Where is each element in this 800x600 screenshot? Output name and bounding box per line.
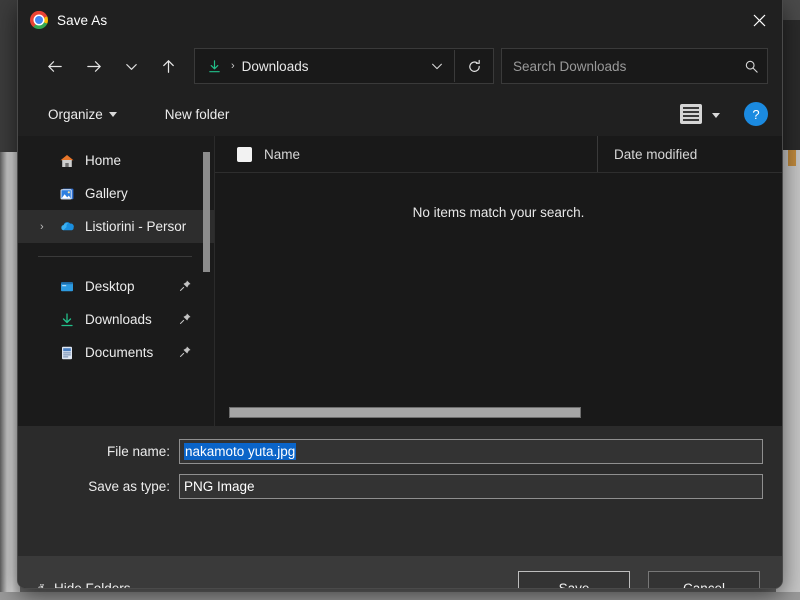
onedrive-icon	[58, 218, 76, 236]
sidebar-item-label: Listiorini - Persor	[85, 219, 186, 234]
recent-locations-button[interactable]	[114, 50, 148, 82]
new-folder-button[interactable]: New folder	[157, 102, 238, 127]
file-name-chevron-down-icon[interactable]: ⱟ	[752, 446, 762, 458]
back-button[interactable]	[34, 50, 74, 82]
sidebar-item-label: Desktop	[85, 279, 135, 294]
background-window-bottom	[0, 592, 800, 600]
command-bar-right: ?	[680, 102, 768, 126]
dialog-footer: ⱏ Hide Folders Save Cancel	[18, 556, 782, 588]
navigation-bar: › Downloads Search Downloads	[18, 40, 782, 92]
organize-label: Organize	[48, 107, 103, 122]
background-window-accent	[788, 150, 796, 166]
forward-button[interactable]	[74, 50, 114, 82]
expander-chevron-right-icon[interactable]: ›	[40, 221, 44, 233]
sidebar-item-documents[interactable]: Documents	[18, 336, 214, 369]
select-all-checkbox[interactable]	[237, 147, 252, 162]
sidebar-item-gallery[interactable]: Gallery	[18, 177, 214, 210]
breadcrumb-separator: ›	[223, 60, 242, 72]
documents-icon	[58, 344, 76, 362]
window-title: Save As	[57, 13, 107, 28]
breadcrumb-downloads[interactable]: Downloads	[242, 59, 420, 74]
column-header-date-modified[interactable]: ⱟ Date modified	[597, 136, 782, 172]
pin-icon[interactable]	[179, 312, 192, 328]
search-box[interactable]: Search Downloads	[501, 48, 768, 84]
hide-folders-button[interactable]: ⱏ Hide Folders	[38, 581, 131, 589]
address-bar[interactable]: › Downloads	[194, 48, 494, 84]
address-dropdown-chevron-down-icon[interactable]	[420, 50, 454, 82]
dialog-body: Home Gallery › Listiorini - Persor Deskt…	[18, 136, 782, 426]
sidebar-item-downloads[interactable]: Downloads	[18, 303, 214, 336]
sidebar-item-label: Documents	[85, 345, 153, 360]
navigation-sidebar: Home Gallery › Listiorini - Persor Deskt…	[18, 136, 215, 426]
gallery-icon	[58, 185, 76, 203]
save-as-type-row: Save as type: PNG Image ⱟ	[18, 473, 782, 500]
sidebar-item-label: Downloads	[85, 312, 152, 327]
downloads-folder-icon	[205, 57, 223, 75]
sidebar-vertical-scrollbar[interactable]	[203, 152, 210, 272]
sidebar-item-onedrive[interactable]: › Listiorini - Persor	[18, 210, 214, 243]
chevron-up-icon: ⱏ	[38, 581, 44, 589]
home-icon	[58, 152, 76, 170]
footer-buttons: Save Cancel	[518, 571, 760, 588]
save-as-type-value[interactable]: PNG Image	[184, 479, 255, 494]
downloads-icon	[58, 311, 76, 329]
title-bar[interactable]: Save As	[18, 0, 782, 40]
view-options-chevron-down-icon[interactable]	[706, 105, 730, 123]
title-bar-left: Save As	[18, 11, 107, 29]
column-header-name[interactable]: Name	[215, 136, 597, 172]
file-name-input[interactable]: nakamoto yuta.jpg ⱟ	[179, 439, 763, 464]
save-as-type-label: Save as type:	[18, 479, 179, 494]
background-window-left-top	[0, 0, 20, 152]
save-form: File name: nakamoto yuta.jpg ⱟ Save as t…	[18, 426, 782, 556]
new-folder-label: New folder	[165, 107, 230, 122]
command-bar: Organize New folder ?	[18, 92, 782, 136]
save-button[interactable]: Save	[518, 571, 630, 588]
search-input[interactable]: Search Downloads	[513, 59, 744, 74]
sidebar-item-desktop[interactable]: Desktop	[18, 270, 214, 303]
file-list-pane: Name ⱟ Date modified No items match your…	[215, 136, 782, 426]
column-header-name-label: Name	[264, 147, 300, 162]
list-view-icon[interactable]	[680, 104, 702, 124]
save-as-dialog: Save As › Downloads Search Downloads Org…	[18, 0, 782, 588]
help-button[interactable]: ?	[744, 102, 768, 126]
sidebar-item-home[interactable]: Home	[18, 144, 214, 177]
organize-button[interactable]: Organize	[40, 102, 125, 127]
pin-icon[interactable]	[179, 279, 192, 295]
sidebar-item-label: Home	[85, 153, 121, 168]
desktop-icon	[58, 278, 76, 296]
sidebar-item-label: Gallery	[85, 186, 128, 201]
cancel-button[interactable]: Cancel	[648, 571, 760, 588]
file-name-value[interactable]: nakamoto yuta.jpg	[184, 443, 296, 460]
scrollbar-thumb[interactable]	[229, 407, 581, 418]
refresh-icon[interactable]	[454, 50, 493, 82]
chrome-logo-icon	[30, 11, 48, 29]
file-list-header: Name ⱟ Date modified	[215, 136, 782, 173]
file-name-label: File name:	[18, 444, 179, 459]
close-button[interactable]	[736, 0, 782, 40]
up-button[interactable]	[148, 50, 188, 82]
file-list-horizontal-scrollbar[interactable]	[215, 407, 782, 420]
chevron-down-icon	[109, 112, 117, 117]
pin-icon[interactable]	[179, 345, 192, 361]
search-icon[interactable]	[744, 59, 759, 74]
hide-folders-label: Hide Folders	[54, 581, 131, 589]
save-as-type-chevron-down-icon[interactable]: ⱟ	[752, 481, 762, 493]
file-name-row: File name: nakamoto yuta.jpg ⱟ	[18, 438, 782, 465]
empty-state-message: No items match your search.	[215, 173, 782, 220]
sidebar-divider	[38, 256, 192, 257]
save-as-type-select[interactable]: PNG Image ⱟ	[179, 474, 763, 499]
column-header-date-label: Date modified	[614, 147, 697, 162]
